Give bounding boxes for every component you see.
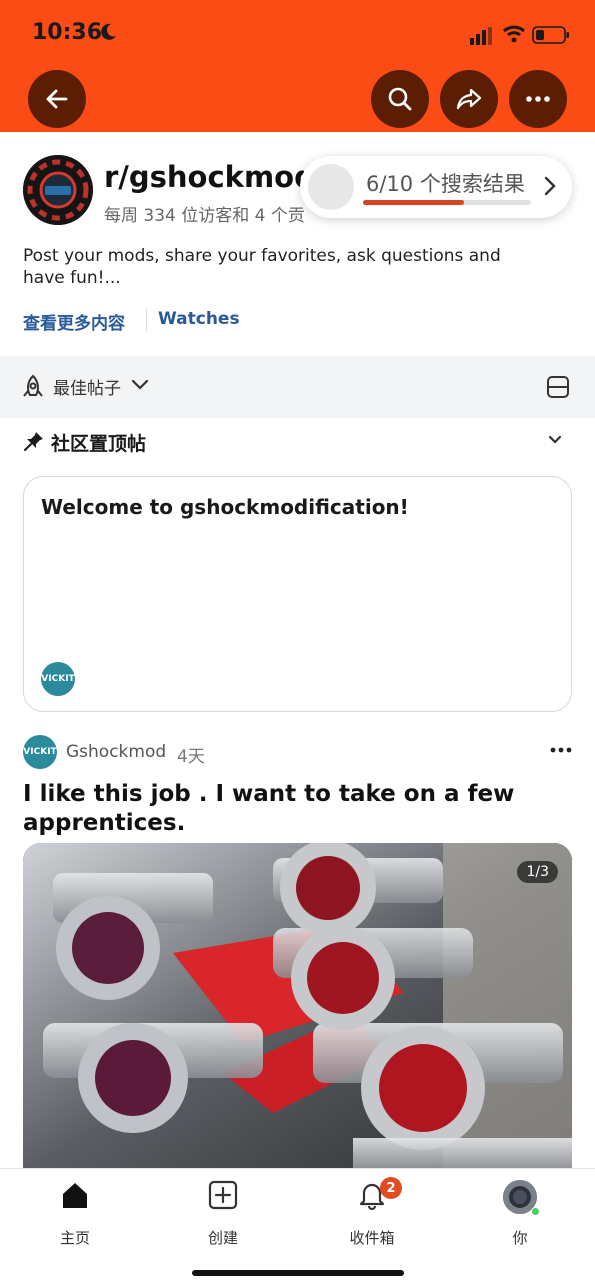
moon-icon xyxy=(101,23,116,40)
pin-icon xyxy=(24,432,43,451)
pinned-post-card[interactable]: Welcome to gshockmodification! VICKIT xyxy=(23,476,572,712)
search-results-count: 6/10 个搜索结果 xyxy=(366,172,525,196)
search-results-navigator[interactable]: 6/10 个搜索结果 xyxy=(300,156,572,218)
view-layout-icon[interactable] xyxy=(546,375,570,399)
community-name[interactable]: r/gshockmodifi xyxy=(104,160,304,194)
post-title[interactable]: I like this job . I want to take on a fe… xyxy=(23,780,563,838)
wifi-icon xyxy=(503,25,525,43)
nav-create-label: 创建 xyxy=(207,1229,238,1247)
community-avatar[interactable] xyxy=(23,155,93,225)
arrow-left-icon xyxy=(46,89,68,109)
image-counter: 1/3 xyxy=(517,861,558,883)
watches-photo xyxy=(23,843,572,1173)
post-image[interactable]: 1/3 xyxy=(23,843,572,1173)
home-indicator xyxy=(192,1270,404,1276)
search-progress-fill xyxy=(363,200,464,205)
post-timestamp: 4天 xyxy=(177,747,205,767)
chevron-down-icon[interactable] xyxy=(131,378,149,392)
home-icon xyxy=(63,1183,87,1208)
battery-icon xyxy=(532,26,569,44)
nav-home-label: 主页 xyxy=(59,1229,90,1247)
sort-dropdown-label[interactable]: 最佳帖子 xyxy=(53,374,121,399)
inbox-badge: 2 xyxy=(380,1177,402,1199)
post-author-avatar[interactable]: VICKIT xyxy=(23,735,57,769)
search-icon xyxy=(388,87,412,111)
search-progress-track xyxy=(363,200,531,205)
status-bar: 10:36 xyxy=(0,0,595,66)
post-more-icon[interactable] xyxy=(550,747,572,753)
create-plus-icon xyxy=(208,1180,238,1210)
collapse-chevron-icon[interactable] xyxy=(548,435,562,445)
post-author-name[interactable]: Gshockmod xyxy=(66,742,166,762)
app-header: 10:36 xyxy=(0,0,595,132)
signal-icon xyxy=(470,27,492,45)
pinned-posts-title: 社区置顶帖 xyxy=(51,433,147,455)
chevron-right-icon[interactable] xyxy=(543,175,557,197)
gshock-logo-icon xyxy=(23,155,93,225)
community-description: Post your mods, share your favorites, as… xyxy=(23,246,501,288)
search-button[interactable] xyxy=(371,70,429,128)
share-icon xyxy=(456,88,482,110)
sort-bar: 最佳帖子 xyxy=(0,356,595,418)
pinned-post-avatar: VICKIT xyxy=(41,662,75,696)
link-divider xyxy=(146,308,147,332)
share-button[interactable] xyxy=(440,70,498,128)
community-stats: 每周 334 位访客和 4 个贡 xyxy=(104,206,304,226)
watches-link[interactable]: Watches xyxy=(158,309,240,329)
rocket-icon xyxy=(23,374,43,397)
online-status-dot xyxy=(531,1207,540,1216)
search-result-thumbnail xyxy=(308,164,354,210)
nav-inbox-label: 收件箱 xyxy=(349,1229,395,1247)
back-button[interactable] xyxy=(28,70,86,128)
pinned-post-title: Welcome to gshockmodification! xyxy=(41,495,409,519)
see-more-link[interactable]: 查看更多内容 xyxy=(23,309,125,334)
nav-profile-label: 你 xyxy=(512,1229,528,1247)
more-horizontal-icon xyxy=(526,96,550,102)
status-time: 10:36 xyxy=(32,20,103,45)
more-options-button[interactable] xyxy=(509,70,567,128)
